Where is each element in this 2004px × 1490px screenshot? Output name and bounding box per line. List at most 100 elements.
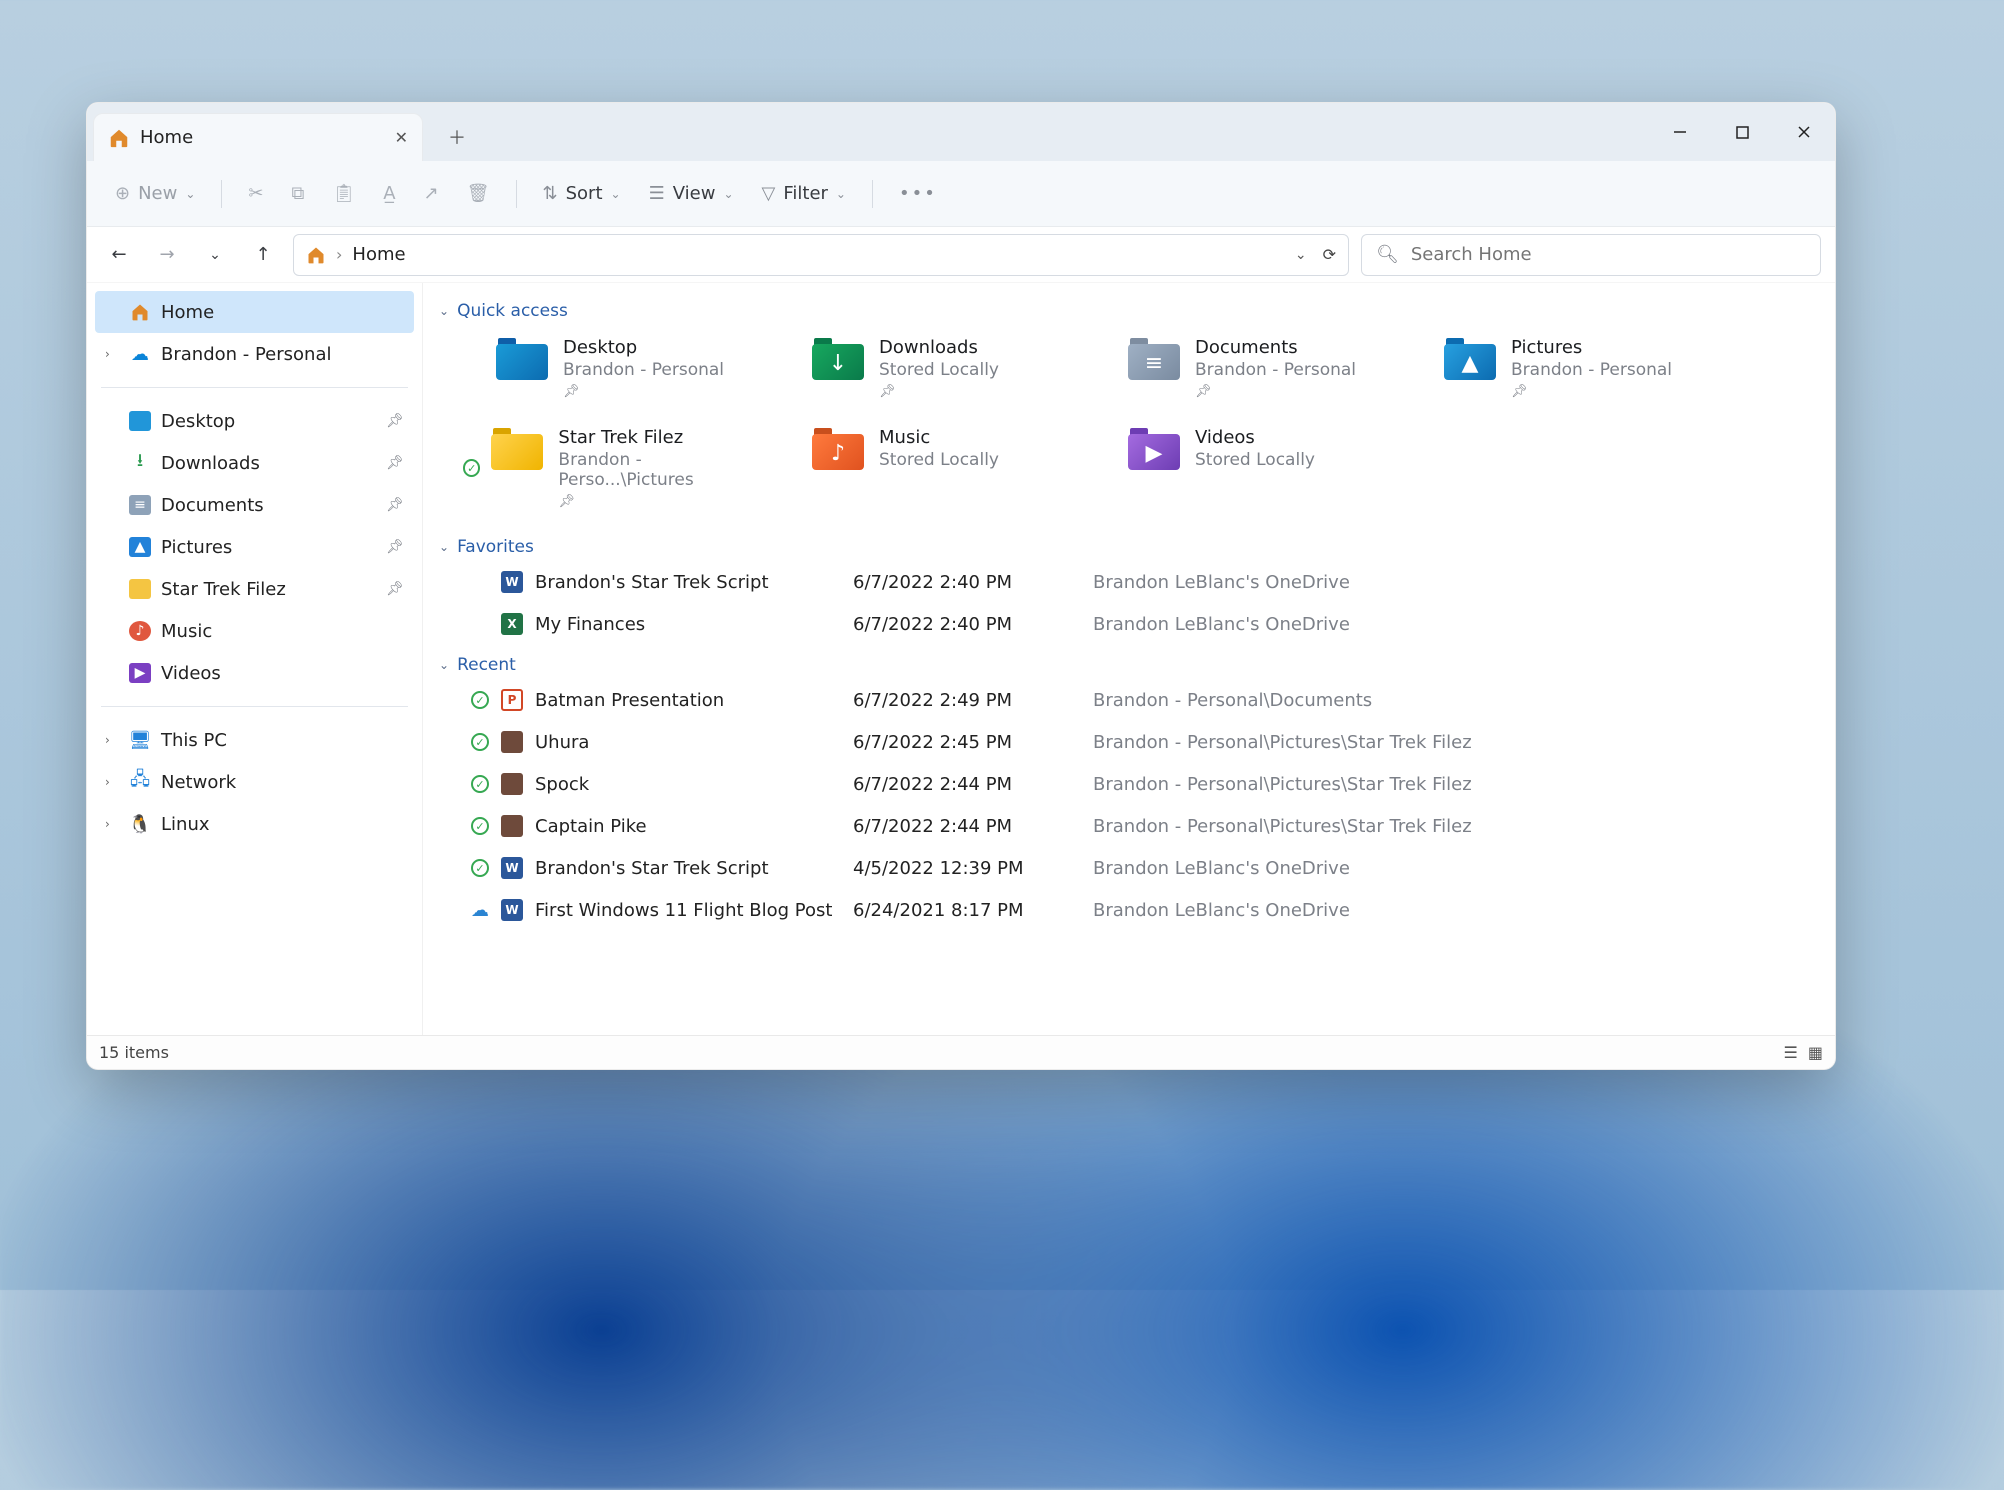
section-header-favorites[interactable]: ⌄ Favorites: [433, 533, 1827, 561]
sidebar-item-desktop[interactable]: Desktop📌︎: [95, 400, 414, 442]
folder-name: Pictures: [1511, 337, 1672, 358]
cut-button[interactable]: ✂: [236, 174, 275, 214]
quick-access-downloads[interactable]: ↓DownloadsStored Locally📌︎: [779, 337, 1089, 399]
sort-label: Sort: [566, 183, 603, 204]
st-icon: [129, 579, 151, 599]
folder-location: Stored Locally: [879, 360, 999, 380]
file-row[interactable]: ✓Uhura6/7/2022 2:45 PMBrandon - Personal…: [433, 721, 1827, 763]
folder-name: Music: [879, 427, 999, 448]
sidebar-item-home[interactable]: Home: [95, 291, 414, 333]
chevron-down-icon[interactable]: ⌄: [1295, 247, 1307, 263]
excel-file-icon: X: [501, 613, 523, 635]
recent-locations-button[interactable]: ⌄: [197, 237, 233, 273]
sidebar-item-label: Desktop: [161, 411, 235, 432]
sidebar-item-label: Star Trek Filez: [161, 579, 286, 600]
sidebar-item-pictures[interactable]: ▲Pictures📌︎: [95, 526, 414, 568]
folder-name: Videos: [1195, 427, 1315, 448]
share-button[interactable]: ↗: [412, 174, 451, 214]
section-title: Quick access: [457, 301, 568, 321]
minimize-button[interactable]: [1649, 103, 1711, 161]
new-label: New: [138, 183, 177, 204]
refresh-button[interactable]: ⟳: [1323, 245, 1336, 264]
breadcrumb[interactable]: Home: [352, 244, 405, 265]
sidebar-item-label: This PC: [161, 730, 227, 751]
file-row[interactable]: XMy Finances6/7/2022 2:40 PMBrandon LeBl…: [433, 603, 1827, 645]
new-button[interactable]: ⊕ New ⌄: [103, 174, 207, 214]
icons-view-button[interactable]: ▦: [1808, 1043, 1823, 1062]
breadcrumb-separator: ›: [336, 245, 342, 264]
address-bar[interactable]: › Home ⌄ ⟳: [293, 234, 1349, 276]
pin-icon: 📌︎: [386, 455, 404, 471]
quick-access-pictures[interactable]: ▲PicturesBrandon - Personal📌︎: [1411, 337, 1721, 399]
folder-location: Brandon - Personal: [563, 360, 724, 380]
file-location: Brandon - Personal\Pictures\Star Trek Fi…: [1093, 816, 1827, 837]
file-location: Brandon LeBlanc's OneDrive: [1093, 614, 1827, 635]
sidebar-item-downloads[interactable]: ⭳Downloads📌︎: [95, 442, 414, 484]
file-name: First Windows 11 Flight Blog Post: [535, 900, 832, 921]
search-input[interactable]: [1411, 244, 1806, 265]
section-header-recent[interactable]: ⌄ Recent: [433, 651, 1827, 679]
file-row[interactable]: ✓Spock6/7/2022 2:44 PMBrandon - Personal…: [433, 763, 1827, 805]
copy-button[interactable]: ⧉: [280, 174, 317, 214]
pin-icon: 📌︎: [563, 384, 724, 399]
sidebar: Home›☁Brandon - Personal Desktop📌︎⭳Downl…: [87, 283, 423, 1035]
sidebar-item-videos[interactable]: ▶Videos: [95, 652, 414, 694]
quick-access-videos[interactable]: ▶VideosStored Locally: [1095, 427, 1405, 509]
paste-button[interactable]: 📋︎: [320, 174, 367, 214]
tux-icon: 🐧: [129, 814, 151, 834]
details-view-button[interactable]: ☰: [1784, 1043, 1798, 1062]
pin-icon: 📌︎: [386, 581, 404, 597]
quick-access-desktop[interactable]: DesktopBrandon - Personal 📌︎: [463, 337, 773, 399]
close-button[interactable]: [1773, 103, 1835, 161]
filter-button[interactable]: ▽ Filter ⌄: [750, 174, 858, 214]
sidebar-item-brandon-personal[interactable]: ›☁Brandon - Personal: [95, 333, 414, 375]
folder-icon: ≡: [1125, 337, 1183, 383]
more-button[interactable]: •••: [887, 174, 949, 214]
rename-button[interactable]: A̲: [371, 174, 407, 214]
forward-button[interactable]: →: [149, 237, 185, 273]
section-header-quick-access[interactable]: ⌄ Quick access: [433, 297, 1827, 325]
quick-access-documents[interactable]: ≡DocumentsBrandon - Personal📌︎: [1095, 337, 1405, 399]
sidebar-item-label: Home: [161, 302, 214, 323]
sidebar-item-linux[interactable]: ›🐧Linux: [95, 803, 414, 845]
sidebar-item-label: Network: [161, 772, 236, 793]
file-row[interactable]: WBrandon's Star Trek Script6/7/2022 2:40…: [433, 561, 1827, 603]
up-button[interactable]: ↑: [245, 237, 281, 273]
file-row[interactable]: ✓PBatman Presentation6/7/2022 2:49 PMBra…: [433, 679, 1827, 721]
item-count: 15 items: [99, 1043, 169, 1062]
file-location: Brandon - Personal\Pictures\Star Trek Fi…: [1093, 774, 1827, 795]
folder-name: Desktop: [563, 337, 724, 358]
file-row[interactable]: ☁WFirst Windows 11 Flight Blog Post6/24/…: [433, 889, 1827, 931]
view-button[interactable]: ☰ View ⌄: [637, 174, 746, 214]
file-date: 6/24/2021 8:17 PM: [853, 900, 1093, 921]
chevron-down-icon: ⌄: [439, 540, 449, 554]
file-date: 4/5/2022 12:39 PM: [853, 858, 1093, 879]
sidebar-item-this-pc[interactable]: ›🖥This PC: [95, 719, 414, 761]
sidebar-item-music[interactable]: ♪Music: [95, 610, 414, 652]
sidebar-item-star-trek-filez[interactable]: Star Trek Filez 📌︎: [95, 568, 414, 610]
file-row[interactable]: ✓Captain Pike6/7/2022 2:44 PMBrandon - P…: [433, 805, 1827, 847]
search-box[interactable]: 🔍︎: [1361, 234, 1821, 276]
delete-button[interactable]: 🗑︎: [455, 174, 502, 214]
sidebar-item-documents[interactable]: ≡Documents📌︎: [95, 484, 414, 526]
pin-icon: 📌︎: [1511, 384, 1672, 399]
chevron-down-icon: ⌄: [185, 187, 195, 201]
file-row[interactable]: ✓WBrandon's Star Trek Script4/5/2022 12:…: [433, 847, 1827, 889]
net-icon: 🖧: [129, 772, 151, 792]
quick-access-star-trek-filez[interactable]: ✓Star Trek FilezBrandon - Perso...\Pictu…: [463, 427, 773, 509]
chevron-down-icon: ⌄: [439, 304, 449, 318]
tab-close-icon[interactable]: ✕: [395, 128, 408, 147]
sort-button[interactable]: ⇅ Sort ⌄: [531, 174, 633, 214]
tab-home[interactable]: Home ✕: [93, 113, 423, 161]
quick-access-music[interactable]: ♪MusicStored Locally: [779, 427, 1089, 509]
new-tab-button[interactable]: ＋: [437, 117, 477, 157]
navbar: ← → ⌄ ↑ › Home ⌄ ⟳ 🔍︎: [87, 227, 1835, 283]
folder-icon: [488, 427, 546, 473]
image-file-icon: [501, 815, 523, 837]
back-button[interactable]: ←: [101, 237, 137, 273]
maximize-button[interactable]: [1711, 103, 1773, 161]
section-title: Favorites: [457, 537, 534, 557]
file-explorer-window: Home ✕ ＋ ⊕ New ⌄ ✂ ⧉ 📋︎ A̲ ↗ 🗑︎ ⇅ Sort ⌄: [86, 102, 1836, 1070]
sidebar-item-network[interactable]: ›🖧Network: [95, 761, 414, 803]
image-file-icon: [501, 731, 523, 753]
